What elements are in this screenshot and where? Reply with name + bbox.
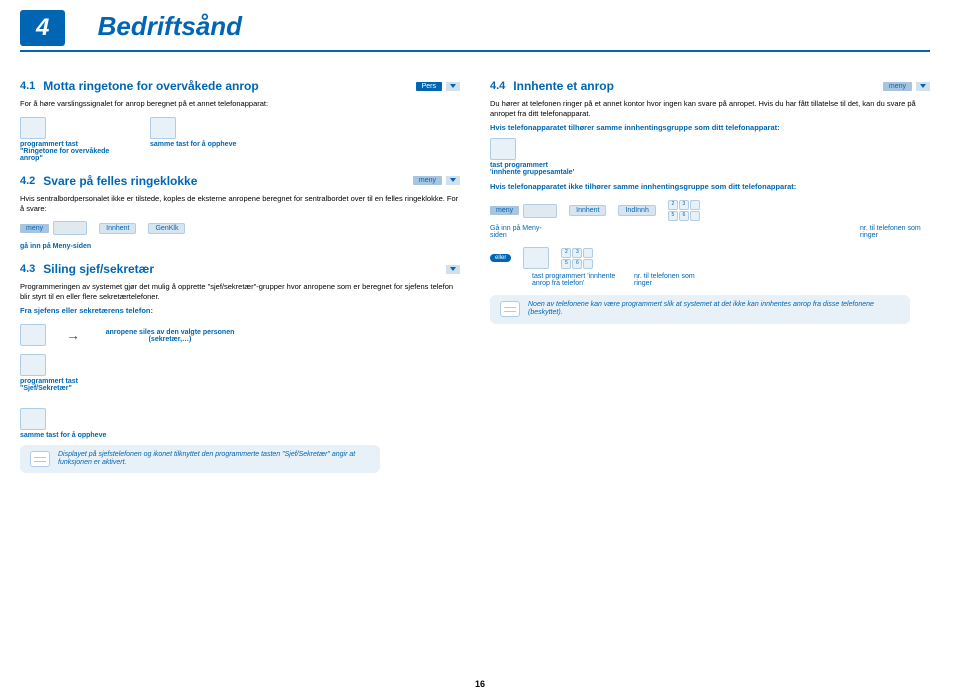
alt-row: eller 23 56	[490, 247, 930, 269]
note-icon	[500, 301, 520, 317]
chapter-number: 4	[20, 10, 65, 46]
hint-text: gå inn på Meny-siden	[20, 243, 110, 250]
callout-box: Displayet på sjefstelefonen og ikonet ti…	[20, 445, 380, 474]
section-number: 4.1	[20, 80, 35, 92]
section-title: Innhente et anrop	[513, 79, 883, 93]
phone-key-icon	[20, 354, 46, 376]
right-column: 4.4 Innhente et anrop meny Du hører at t…	[490, 67, 930, 479]
section-sub: Hvis telefonapparatet ikke tilhører samm…	[490, 182, 930, 192]
section-intro: Du hører at telefonen ringer på et annet…	[490, 99, 930, 119]
section-title: Svare på felles ringeklokke	[43, 174, 413, 188]
section-number: 4.3	[20, 263, 35, 275]
chapter-header: 4 Bedriftsånd	[20, 10, 930, 52]
badge-meny: meny	[413, 176, 442, 185]
chapter-title: Bedriftsånd	[98, 11, 242, 42]
meny-button: meny	[490, 206, 519, 215]
section-4-2-heading: 4.2 Svare på felles ringeklokke meny	[20, 174, 460, 188]
hint-text: nr. til telefonen som ringer	[860, 225, 930, 239]
softkey-row: meny Innhent GenKlk	[20, 221, 460, 235]
key-label: tast programmert 'innhente anrop fra tel…	[532, 273, 622, 287]
phone-key-icon	[20, 117, 46, 139]
section-number: 4.2	[20, 175, 35, 187]
section-intro: Hvis sentralbordpersonalet ikke er tilst…	[20, 194, 460, 214]
section-intro: Programmeringen av systemet gjør det mul…	[20, 282, 460, 302]
section-sub: Fra sjefens eller sekretærens telefon:	[20, 306, 460, 316]
callout-text: Displayet på sjefstelefonen og ikonet ti…	[58, 451, 370, 468]
callout-text: Noen av telefonene kan være programmert …	[528, 301, 900, 318]
softkey-innhent: Innhent	[569, 205, 606, 216]
section-4-1-heading: 4.1 Motta ringetone for overvåkede anrop…	[20, 79, 460, 93]
softkey-indinnh: IndInnh	[618, 205, 655, 216]
softkey-genklk: GenKlk	[148, 223, 185, 234]
header-divider	[20, 50, 930, 52]
key-label: programmert tast "Sjef/Sekretær"	[20, 378, 110, 392]
chevron-down-icon	[916, 82, 930, 91]
chevron-down-icon	[446, 265, 460, 274]
section-title: Siling sjef/sekretær	[43, 262, 446, 276]
section-title: Motta ringetone for overvåkede anrop	[43, 79, 415, 93]
key-label: tast programmert 'innhente gruppesamtale…	[490, 162, 580, 176]
meny-button: meny	[20, 224, 49, 233]
phone-key-icon	[20, 408, 46, 430]
hint-text: Gå inn på Meny-siden	[490, 225, 550, 239]
callout-box: Noen av telefonene kan være programmert …	[490, 295, 910, 324]
softkey-row: meny Innhent IndInnh 23 56	[490, 200, 930, 221]
section-sub: Hvis telefonapparatet tilhører samme inn…	[490, 123, 930, 133]
eller-badge: eller	[490, 254, 511, 262]
softkey-screen-icon	[523, 204, 557, 218]
key-label: programmert tast "Ringetone for overvåke…	[20, 141, 110, 162]
phone-key-icon	[523, 247, 549, 269]
forward-label: anropene siles av den valgte personen (s…	[100, 329, 240, 343]
softkey-innhent: Innhent	[99, 223, 136, 234]
keypad-icon: 23 56	[668, 200, 700, 221]
section-4-4-heading: 4.4 Innhente et anrop meny	[490, 79, 930, 93]
phone-key-icon	[490, 138, 516, 160]
page-number: 16	[475, 679, 485, 689]
forward-row: → anropene siles av den valgte personen …	[20, 324, 460, 346]
left-column: 4.1 Motta ringetone for overvåkede anrop…	[20, 67, 460, 479]
key-label: samme tast for å oppheve	[150, 141, 236, 148]
chevron-down-icon	[446, 176, 460, 185]
phone-key-icon	[150, 117, 176, 139]
phone-key-icon	[20, 324, 46, 346]
section-number: 4.4	[490, 80, 505, 92]
badge-pers: Pers	[416, 82, 442, 91]
section-4-3-heading: 4.3 Siling sjef/sekretær	[20, 262, 460, 276]
section-intro: For å høre varslingssignalet for anrop b…	[20, 99, 460, 109]
badge-meny: meny	[883, 82, 912, 91]
hint-text: nr. til telefonen som ringer	[634, 273, 704, 287]
softkey-screen-icon	[53, 221, 87, 235]
keypad-icon: 23 56	[561, 248, 593, 269]
note-icon	[30, 451, 50, 467]
chevron-down-icon	[446, 82, 460, 91]
key-label: samme tast for å oppheve	[20, 432, 106, 439]
arrow-right-icon: →	[66, 327, 80, 343]
